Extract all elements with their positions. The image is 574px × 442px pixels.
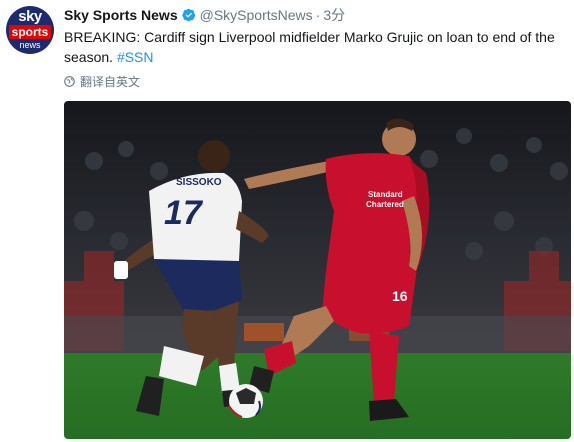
account-handle[interactable]: @SkySportsNews	[200, 7, 313, 23]
tweet-timestamp[interactable]: 3分	[323, 5, 345, 25]
globe-icon	[64, 75, 75, 87]
separator-dot: ·	[315, 7, 321, 23]
left-shirt-number: 17	[164, 194, 204, 232]
football-photo: SISSOKO 17 Standard Chartered 16	[64, 101, 571, 439]
account-avatar[interactable]: sky sports news	[6, 6, 54, 54]
pitch	[64, 353, 571, 439]
hashtag-link[interactable]: #SSN	[117, 49, 154, 65]
right-shirt-sponsor-line1: Standard	[368, 190, 403, 199]
avatar-sky-text: sky	[18, 7, 42, 25]
tweet-text: BREAKING: Cardiff sign Liverpool midfiel…	[64, 27, 564, 67]
right-shorts-number: 16	[392, 288, 408, 304]
account-name[interactable]: Sky Sports News	[64, 7, 178, 23]
tweet-header: Sky Sports News @SkySportsNews · 3分	[64, 5, 345, 25]
translate-label: 翻译自英文	[80, 74, 141, 89]
verified-badge-icon	[181, 8, 195, 22]
avatar-sports-text: sports	[8, 24, 52, 39]
avatar-news-text: news	[19, 39, 41, 50]
tweet-card[interactable]: sky sports news Sky Sports News @SkySpor…	[0, 0, 574, 442]
left-shirt-name: SISSOKO	[176, 177, 222, 188]
right-shirt-sponsor-line2: Chartered	[366, 200, 404, 209]
football	[228, 384, 263, 418]
tweet-photo[interactable]: SISSOKO 17 Standard Chartered 16	[64, 101, 571, 439]
translate-link[interactable]: 翻译自英文	[64, 73, 140, 89]
